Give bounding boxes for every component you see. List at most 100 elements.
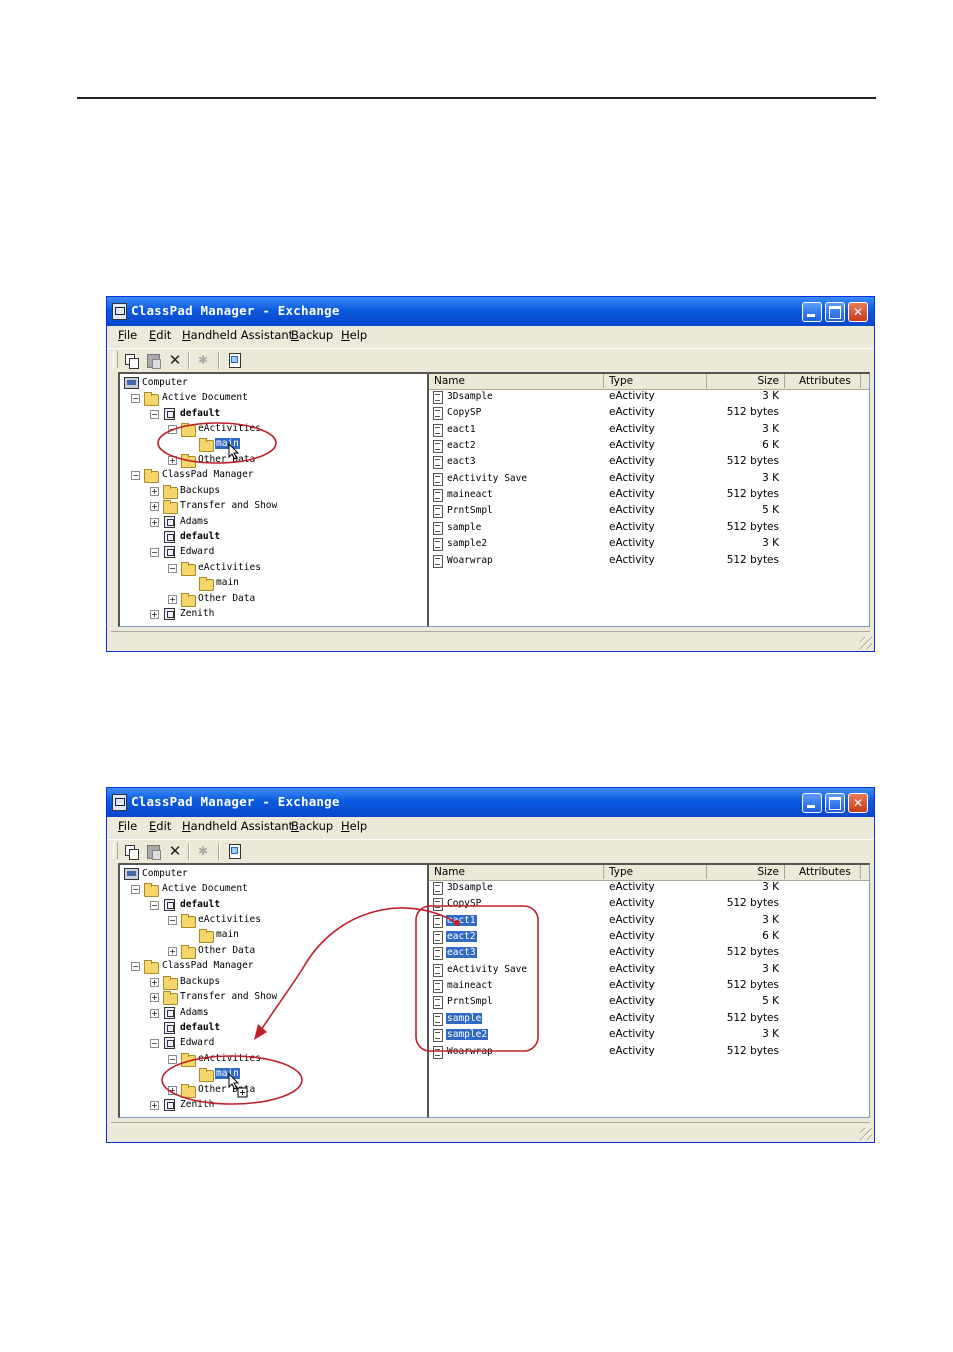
- list-row[interactable]: eact2 eActivity 6 K: [429, 439, 869, 455]
- list-row[interactable]: CopySP eActivity 512 bytes: [429, 406, 869, 422]
- document-icon: [433, 980, 443, 993]
- properties-icon[interactable]: [225, 351, 243, 369]
- menu-backup-label: ackup: [298, 819, 334, 833]
- column-name[interactable]: Name: [429, 865, 604, 879]
- menu-handheld-key: H: [182, 328, 191, 342]
- list-row-selected[interactable]: eact3 eActivity 512 bytes: [429, 946, 869, 962]
- menu-help[interactable]: Help: [341, 328, 367, 342]
- menu-handheld-assistant[interactable]: Handheld Assistant: [182, 819, 293, 833]
- file-type: eActivity: [609, 488, 655, 500]
- collapse-icon[interactable]: −: [168, 916, 177, 925]
- collapse-icon[interactable]: −: [150, 410, 159, 419]
- toolbar-grip[interactable]: [113, 351, 118, 368]
- column-attributes[interactable]: Attributes: [785, 374, 861, 388]
- title-bar[interactable]: ClassPad Manager - Exchange ✕: [107, 297, 874, 326]
- expand-icon[interactable]: +: [168, 1086, 177, 1095]
- menu-file[interactable]: File: [118, 328, 137, 342]
- expand-icon[interactable]: +: [168, 595, 177, 604]
- list-row[interactable]: maineact eActivity 512 bytes: [429, 979, 869, 995]
- toolbar-grip[interactable]: [113, 842, 118, 859]
- list-row[interactable]: eActivity Save eActivity 3 K: [429, 963, 869, 979]
- column-type[interactable]: Type: [604, 374, 707, 388]
- list-row[interactable]: Woarwrap eActivity 512 bytes: [429, 554, 869, 570]
- list-row[interactable]: PrntSmpl eActivity 5 K: [429, 995, 869, 1011]
- resize-grip-icon[interactable]: [860, 1128, 872, 1140]
- file-type: eActivity: [609, 439, 655, 451]
- expand-icon[interactable]: +: [150, 1009, 159, 1018]
- resize-grip-icon[interactable]: [860, 637, 872, 649]
- delete-icon[interactable]: ✕: [166, 351, 184, 369]
- list-row[interactable]: eact3 eActivity 512 bytes: [429, 455, 869, 471]
- column-name[interactable]: Name: [429, 374, 604, 388]
- menu-backup[interactable]: Backup: [291, 819, 333, 833]
- collapse-icon[interactable]: −: [150, 548, 159, 557]
- column-size[interactable]: Size: [707, 374, 785, 388]
- minimize-button[interactable]: [802, 302, 822, 322]
- file-list[interactable]: Name Type Size Attributes 3Dsample eActiv…: [427, 863, 870, 1118]
- list-row[interactable]: sample eActivity 512 bytes: [429, 521, 869, 537]
- list-row[interactable]: sample2 eActivity 3 K: [429, 537, 869, 553]
- expand-icon[interactable]: +: [150, 1101, 159, 1110]
- column-type[interactable]: Type: [604, 865, 707, 879]
- list-row-selected[interactable]: eact1 eActivity 3 K: [429, 914, 869, 930]
- tree-label: Computer: [142, 377, 188, 388]
- file-list[interactable]: Name Type Size Attributes 3Dsample eActiv…: [427, 372, 870, 627]
- expand-icon[interactable]: +: [150, 502, 159, 511]
- collapse-icon[interactable]: −: [168, 1055, 177, 1064]
- menu-file[interactable]: File: [118, 819, 137, 833]
- list-row-selected[interactable]: eact2 eActivity 6 K: [429, 930, 869, 946]
- column-size[interactable]: Size: [707, 865, 785, 879]
- file-name: eact1: [447, 424, 476, 435]
- collapse-icon[interactable]: −: [131, 394, 140, 403]
- collapse-icon[interactable]: −: [168, 564, 177, 573]
- list-row[interactable]: eact1 eActivity 3 K: [429, 423, 869, 439]
- folder-tree[interactable]: Computer − Active Document − default − eAct…: [118, 372, 429, 627]
- expand-icon[interactable]: +: [150, 978, 159, 987]
- list-row[interactable]: Woarwrap eActivity 512 bytes: [429, 1045, 869, 1061]
- copy-icon[interactable]: [122, 351, 140, 369]
- list-row[interactable]: PrntSmpl eActivity 5 K: [429, 504, 869, 520]
- paste-icon[interactable]: [144, 351, 162, 369]
- list-row[interactable]: CopySP eActivity 512 bytes: [429, 897, 869, 913]
- expand-icon[interactable]: +: [168, 456, 177, 465]
- maximize-button[interactable]: [825, 302, 845, 322]
- close-button[interactable]: ✕: [848, 302, 868, 322]
- list-row-selected[interactable]: sample2 eActivity 3 K: [429, 1028, 869, 1044]
- expand-icon[interactable]: +: [168, 947, 177, 956]
- collapse-icon[interactable]: −: [131, 962, 140, 971]
- list-row[interactable]: maineact eActivity 512 bytes: [429, 488, 869, 504]
- menu-backup[interactable]: Backup: [291, 328, 333, 342]
- menu-help[interactable]: Help: [341, 819, 367, 833]
- window-title: ClassPad Manager - Exchange: [131, 794, 340, 809]
- file-type: eActivity: [609, 995, 655, 1007]
- expand-icon[interactable]: +: [150, 610, 159, 619]
- collapse-icon[interactable]: −: [150, 901, 159, 910]
- collapse-icon[interactable]: −: [168, 425, 177, 434]
- list-row[interactable]: 3Dsample eActivity 3 K: [429, 390, 869, 406]
- properties-icon[interactable]: [225, 842, 243, 860]
- folder-tree[interactable]: Computer − Active Document − default − eAct…: [118, 863, 429, 1118]
- tree-label: ClassPad Manager: [162, 960, 254, 971]
- expand-icon[interactable]: +: [150, 487, 159, 496]
- list-row[interactable]: eActivity Save eActivity 3 K: [429, 472, 869, 488]
- list-row[interactable]: 3Dsample eActivity 3 K: [429, 881, 869, 897]
- paste-icon[interactable]: [144, 842, 162, 860]
- collapse-icon[interactable]: −: [131, 471, 140, 480]
- collapse-icon[interactable]: −: [150, 1039, 159, 1048]
- delete-icon[interactable]: ✕: [166, 842, 184, 860]
- maximize-button[interactable]: [825, 793, 845, 813]
- list-row-selected[interactable]: sample eActivity 512 bytes: [429, 1012, 869, 1028]
- menu-edit[interactable]: Edit: [149, 328, 171, 342]
- title-bar[interactable]: ClassPad Manager - Exchange ✕: [107, 788, 874, 817]
- close-button[interactable]: ✕: [848, 793, 868, 813]
- copy-icon[interactable]: [122, 842, 140, 860]
- file-type: eActivity: [609, 1028, 655, 1040]
- file-name: CopySP: [447, 898, 482, 909]
- menu-handheld-assistant[interactable]: Handheld Assistant: [182, 328, 293, 342]
- minimize-button[interactable]: [802, 793, 822, 813]
- column-attributes[interactable]: Attributes: [785, 865, 861, 879]
- expand-icon[interactable]: +: [150, 518, 159, 527]
- menu-edit[interactable]: Edit: [149, 819, 171, 833]
- expand-icon[interactable]: +: [150, 993, 159, 1002]
- collapse-icon[interactable]: −: [131, 885, 140, 894]
